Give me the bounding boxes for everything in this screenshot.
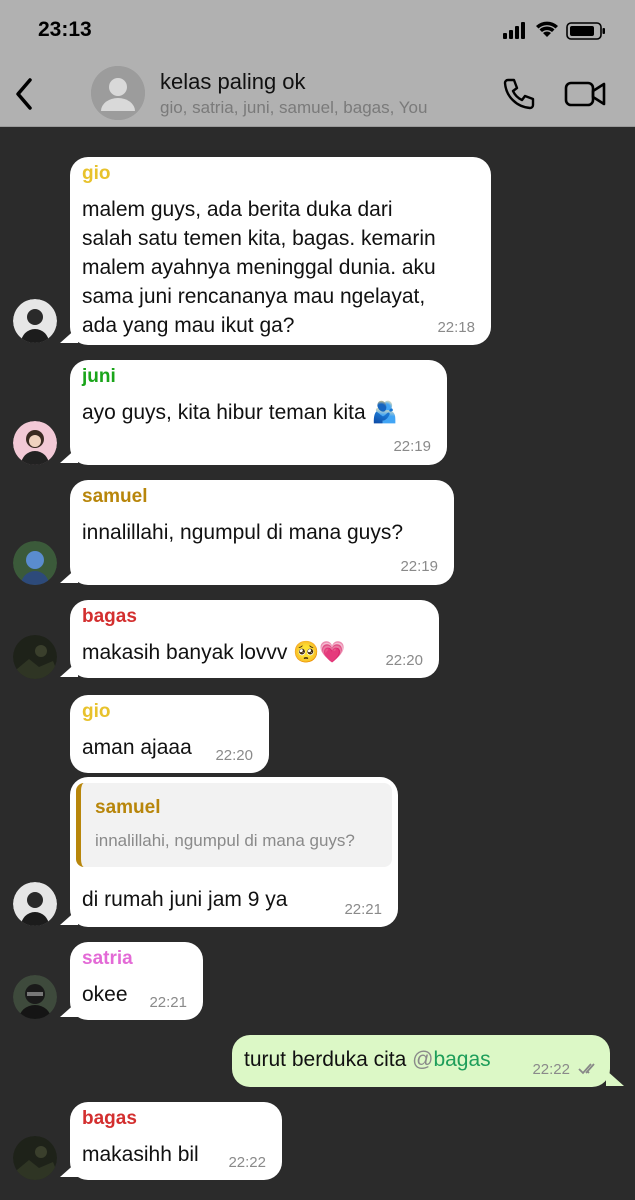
avatar-gio[interactable] (13, 882, 57, 926)
status-time: 23:13 (38, 18, 92, 41)
avatar-juni-icon (13, 421, 57, 465)
message-row: samuel innalillahi, ngumpul di mana guys… (0, 477, 635, 587)
status-bar: 23:13 (0, 0, 635, 62)
sender-name: gio (82, 701, 111, 722)
avatar-satria[interactable] (13, 975, 57, 1019)
message-text-body: ayo guys, kita hibur teman kita (82, 401, 366, 424)
status-icons (503, 20, 607, 40)
message-text-body: turut berduka cita (244, 1048, 407, 1071)
message-text-body: makasih banyak lovvv (82, 641, 288, 664)
sender-name: bagas (82, 1108, 137, 1129)
message-time: 22:19 (400, 558, 438, 575)
message-time: 22:18 (437, 319, 475, 336)
sender-name: gio (82, 163, 111, 184)
pleading-heart-emoji: 🥺💗 (293, 641, 346, 664)
mention-bagas[interactable]: bagas (433, 1048, 490, 1071)
avatar-bagas-icon (13, 635, 57, 679)
message-bubble[interactable]: samuel innalillahi, ngumpul di mana guys… (70, 480, 454, 585)
avatar-samuel[interactable] (13, 541, 57, 585)
signal-icon (503, 22, 525, 39)
message-row: bagas makasih banyak lovvv 🥺💗 22:20 (0, 597, 635, 687)
call-button[interactable] (500, 76, 536, 112)
message-text: ayo guys, kita hibur teman kita 🫂 (82, 398, 398, 427)
avatar-juni[interactable] (13, 421, 57, 465)
avatar-bagas[interactable] (13, 635, 57, 679)
avatar-bagas-icon (13, 1136, 57, 1180)
sender-name: juni (82, 366, 116, 387)
message-text: di rumah juni jam 9 ya (82, 888, 288, 911)
avatar-bagas[interactable] (13, 1136, 57, 1180)
group-avatar[interactable] (91, 66, 145, 120)
message-time: 22:19 (393, 438, 431, 455)
back-icon (16, 78, 32, 110)
video-icon (564, 81, 606, 107)
message-text: malem guys, ada berita duka dari salah s… (82, 198, 436, 337)
message-time: 22:21 (344, 901, 382, 918)
sender-name: samuel (82, 486, 148, 507)
sender-name: bagas (82, 606, 137, 627)
avatar-gio-icon (13, 882, 57, 926)
group-avatar-icon (91, 66, 145, 120)
phone-icon (503, 78, 535, 110)
message-text: aman ajaaa (82, 736, 192, 759)
message-time: 22:21 (149, 994, 187, 1011)
message-bubble[interactable]: bagas makasihh bil 22:22 (70, 1102, 282, 1180)
quoted-message[interactable]: samuel innalillahi, ngumpul di mana guys… (76, 783, 392, 867)
message-text: innalillahi, ngumpul di mana guys? (82, 521, 404, 544)
battery-icon (566, 22, 605, 40)
read-ticks-icon (578, 1063, 595, 1075)
avatar-satria-icon (13, 975, 57, 1019)
message-bubble[interactable]: gio aman ajaaa 22:20 (70, 695, 269, 773)
chat-header: kelas paling ok gio, satria, juni, samue… (0, 62, 635, 127)
mention-at: @ (412, 1048, 434, 1071)
message-row: turut berduka cita @bagas 22:22 (0, 1032, 635, 1092)
message-row: gio malem guys, ada berita duka dari sal… (0, 127, 635, 347)
message-row: samuel innalillahi, ngumpul di mana guys… (0, 775, 635, 930)
message-text: makasih banyak lovvv 🥺💗 (82, 638, 346, 667)
signal-wifi-battery-icons (503, 21, 605, 40)
message-row: bagas makasihh bil 22:22 (0, 1099, 635, 1199)
message-bubble[interactable]: samuel innalillahi, ngumpul di mana guys… (70, 777, 398, 927)
message-bubble[interactable]: bagas makasih banyak lovvv 🥺💗 22:20 (70, 600, 439, 678)
message-row: gio aman ajaaa 22:20 (0, 692, 635, 773)
wifi-icon (536, 21, 558, 37)
group-members[interactable]: gio, satria, juni, samuel, bagas, You (160, 98, 427, 118)
message-bubble[interactable]: juni ayo guys, kita hibur teman kita 🫂 2… (70, 360, 447, 465)
sender-name: satria (82, 948, 133, 969)
quoted-text: innalillahi, ngumpul di mana guys? (95, 831, 355, 850)
message-row: juni ayo guys, kita hibur teman kita 🫂 2… (0, 357, 635, 467)
message-bubble-outgoing[interactable]: turut berduka cita @bagas 22:22 (232, 1035, 610, 1087)
hug-emoji: 🫂 (371, 401, 398, 424)
message-text: makasihh bil (82, 1143, 199, 1166)
video-call-button[interactable] (563, 78, 609, 110)
message-text: turut berduka cita @bagas (244, 1045, 491, 1074)
message-time: 22:22 (228, 1154, 266, 1171)
message-bubble[interactable]: gio malem guys, ada berita duka dari sal… (70, 157, 491, 345)
message-text: okee (82, 983, 128, 1006)
avatar-gio-icon (13, 299, 57, 343)
avatar-samuel-icon (13, 541, 57, 585)
avatar-gio[interactable] (13, 299, 57, 343)
message-time: 22:20 (385, 652, 423, 669)
back-button[interactable] (10, 74, 38, 114)
group-title[interactable]: kelas paling ok (160, 69, 306, 95)
message-time: 22:20 (215, 747, 253, 764)
message-bubble[interactable]: satria okee 22:21 (70, 942, 203, 1020)
message-time: 22:22 (532, 1061, 570, 1078)
message-row: satria okee 22:21 (0, 939, 635, 1029)
chat-area: gio malem guys, ada berita duka dari sal… (0, 127, 635, 1200)
quoted-sender: samuel (95, 797, 161, 818)
